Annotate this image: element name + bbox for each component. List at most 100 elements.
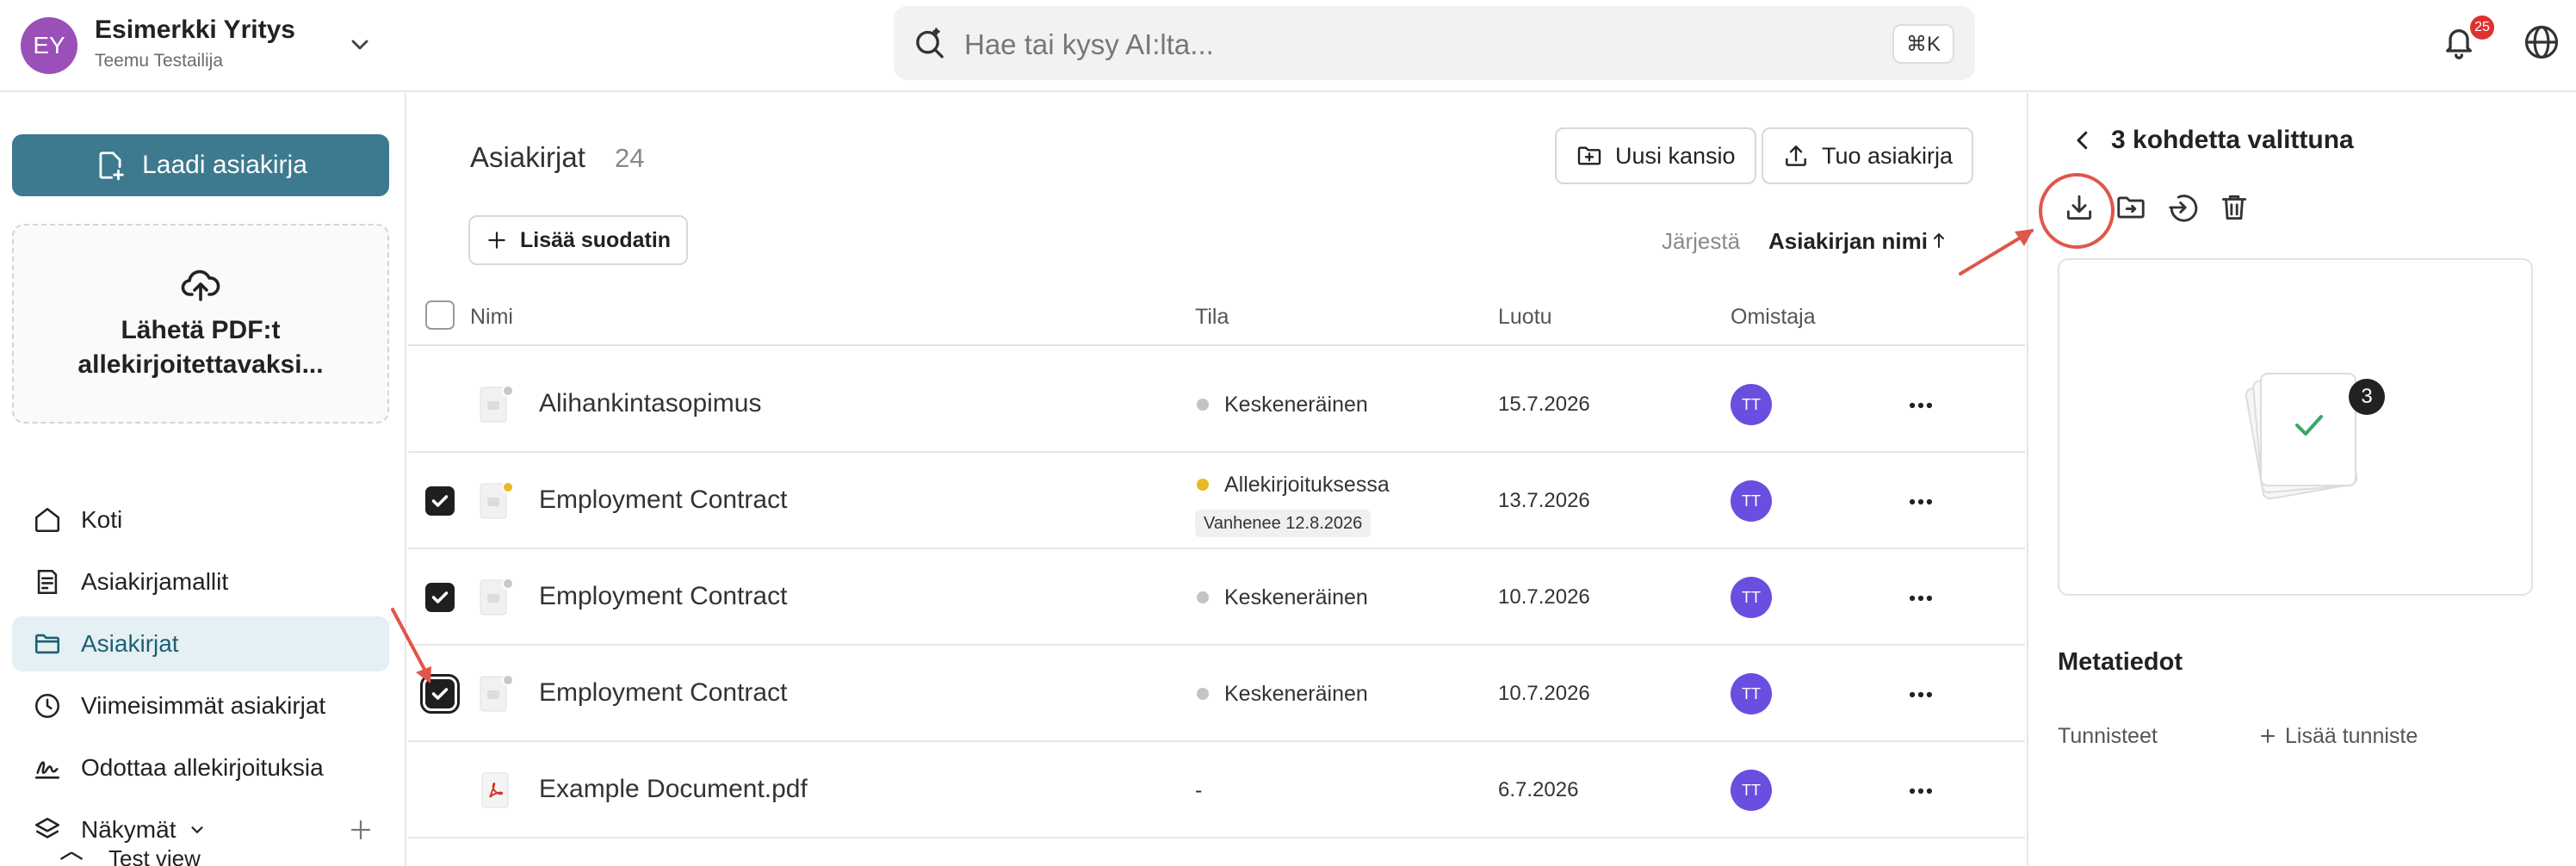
selection-panel: 3 kohdetta valittuna 3 Metatiedot Tunnis… [2027, 93, 2576, 866]
chevron-down-icon[interactable] [188, 820, 207, 839]
template-icon [37, 569, 58, 595]
owner-avatar: TT [1731, 770, 1772, 811]
more-options-icon[interactable] [1906, 680, 1935, 709]
cloud-upload-icon [181, 269, 220, 301]
globe-icon[interactable] [2523, 24, 2560, 60]
column-header-status[interactable]: Tila [1195, 305, 1229, 330]
selected-count-badge: 3 [2349, 379, 2385, 415]
notification-badge: 25 [2470, 15, 2494, 40]
more-options-icon[interactable] [1906, 776, 1935, 806]
sidebar-item-label: Viimeisimmät asiakirjat [81, 692, 326, 719]
sidebar-item-label: Asiakirjamallit [81, 568, 229, 595]
created-date: 6.7.2026 [1498, 778, 1579, 801]
status-dot [1197, 688, 1209, 700]
signature-icon [34, 761, 60, 779]
sidebar-item-home[interactable]: Koti [12, 492, 389, 547]
add-tag-button[interactable]: Lisää tunniste [2285, 724, 2418, 749]
document-icon [480, 674, 514, 712]
status-text: Keskeneräinen [1224, 682, 1368, 706]
created-date: 10.7.2026 [1498, 682, 1590, 705]
org-user-name: Teemu Testailija [95, 51, 224, 71]
sidebar-item-templates[interactable]: Asiakirjamallit [12, 554, 389, 609]
document-icon [480, 481, 514, 519]
view-icon [59, 851, 84, 860]
plus-icon [488, 232, 505, 249]
search-bar[interactable]: Hae tai kysy AI:lta... ⌘K [894, 6, 1975, 80]
new-folder-button[interactable]: Uusi kansio [1555, 127, 1756, 184]
selection-preview: 3 [2058, 258, 2533, 596]
home-icon [34, 507, 60, 533]
row-checkbox[interactable] [420, 674, 460, 714]
import-document-button[interactable]: Tuo asiakirja [1762, 127, 1974, 184]
chevron-left-icon[interactable] [2070, 127, 2096, 153]
document-name[interactable]: Employment Contract [539, 678, 787, 708]
row-checkbox[interactable] [425, 583, 455, 612]
new-document-icon [99, 152, 124, 181]
add-filter-button[interactable]: Lisää suodatin [468, 215, 689, 265]
trash-icon[interactable] [2218, 191, 2251, 224]
document-stack-icon [2245, 373, 2358, 500]
sidebar-item-label: Odottaa allekirjoituksia [81, 754, 324, 781]
table-row[interactable]: Employment Contract Keskeneräinen 10.7.2… [408, 646, 2025, 742]
status-text: Keskeneräinen [1224, 585, 1368, 609]
folder-plus-icon [1577, 146, 1601, 165]
table-row[interactable]: Employment Contract Keskeneräinen 10.7.2… [408, 549, 2025, 646]
sidebar-item-label: Näkymät [81, 816, 176, 843]
chevron-down-icon[interactable] [346, 31, 374, 59]
column-header-owner[interactable]: Omistaja [1731, 305, 1816, 330]
created-date: 13.7.2026 [1498, 489, 1590, 512]
owner-avatar: TT [1731, 673, 1772, 714]
table-row[interactable]: Example Document.pdf - 6.7.2026 TT [408, 742, 2025, 838]
sidebar-item-recent[interactable]: Viimeisimmät asiakirjat [12, 678, 389, 733]
download-icon[interactable] [2063, 191, 2096, 224]
created-date: 15.7.2026 [1498, 393, 1590, 416]
document-name[interactable]: Example Document.pdf [539, 775, 808, 804]
sort-label: Järjestä [1662, 228, 1741, 254]
search-shortcut: ⌘K [1892, 24, 1954, 64]
upload-label: Lähetä PDF:t allekirjoitettavaksi... [77, 316, 324, 379]
table-row[interactable]: Employment Contract Allekirjoituksessa V… [408, 453, 2025, 549]
select-all-checkbox[interactable] [425, 300, 455, 330]
sidebar-item-documents[interactable]: Asiakirjat [12, 616, 389, 671]
check-icon [431, 591, 449, 603]
add-filter-label: Lisää suodatin [520, 227, 672, 252]
document-name[interactable]: Employment Contract [539, 486, 787, 515]
status-text: Allekirjoituksessa [1224, 473, 1390, 497]
tags-label: Tunnisteet [2058, 724, 2158, 748]
status-dot [1197, 591, 1209, 603]
org-avatar[interactable]: EY [21, 17, 77, 74]
plus-icon [2261, 729, 2275, 743]
sidebar-subitem-test-view[interactable]: Test view [108, 845, 201, 866]
sort-dropdown[interactable]: Asiakirjan nimi [1768, 228, 1928, 255]
table-row[interactable]: Alihankintasopimus Keskeneräinen 15.7.20… [408, 356, 2025, 453]
move-to-folder-icon[interactable] [2115, 191, 2147, 224]
column-header-name[interactable]: Nimi [470, 305, 513, 330]
owner-avatar: TT [1731, 577, 1772, 618]
sidebar: Laadi asiakirja Lähetä PDF:t allekirjoit… [0, 93, 406, 866]
create-document-button[interactable]: Laadi asiakirja [12, 134, 389, 196]
document-name[interactable]: Employment Contract [539, 582, 787, 611]
sidebar-item-views[interactable]: Näkymät [12, 802, 389, 857]
search-input[interactable]: Hae tai kysy AI:lta... [964, 28, 1214, 61]
new-folder-label: Uusi kansio [1615, 142, 1736, 169]
arrow-up-icon[interactable] [1930, 231, 1947, 250]
metadata-title: Metatiedot [2058, 648, 2183, 676]
sidebar-item-awaiting-signatures[interactable]: Odottaa allekirjoituksia [12, 740, 389, 795]
document-name[interactable]: Alihankintasopimus [539, 389, 761, 418]
org-name[interactable]: Esimerkki Yritys [95, 15, 295, 45]
column-header-created[interactable]: Luotu [1498, 305, 1552, 330]
check-icon [431, 688, 449, 700]
more-options-icon[interactable] [1906, 391, 1935, 420]
more-options-icon[interactable] [1906, 487, 1935, 517]
add-view-icon[interactable] [348, 817, 374, 843]
export-icon[interactable] [2166, 191, 2199, 224]
document-count: 24 [615, 143, 645, 173]
created-date: 10.7.2026 [1498, 585, 1590, 609]
more-options-icon[interactable] [1906, 584, 1935, 613]
upload-dropzone[interactable]: Lähetä PDF:t allekirjoitettavaksi... [12, 224, 389, 424]
layers-icon [34, 817, 60, 838]
sidebar-item-label: Asiakirjat [81, 630, 179, 657]
owner-avatar: TT [1731, 480, 1772, 522]
row-checkbox[interactable] [425, 486, 455, 516]
folder-icon [34, 634, 60, 654]
